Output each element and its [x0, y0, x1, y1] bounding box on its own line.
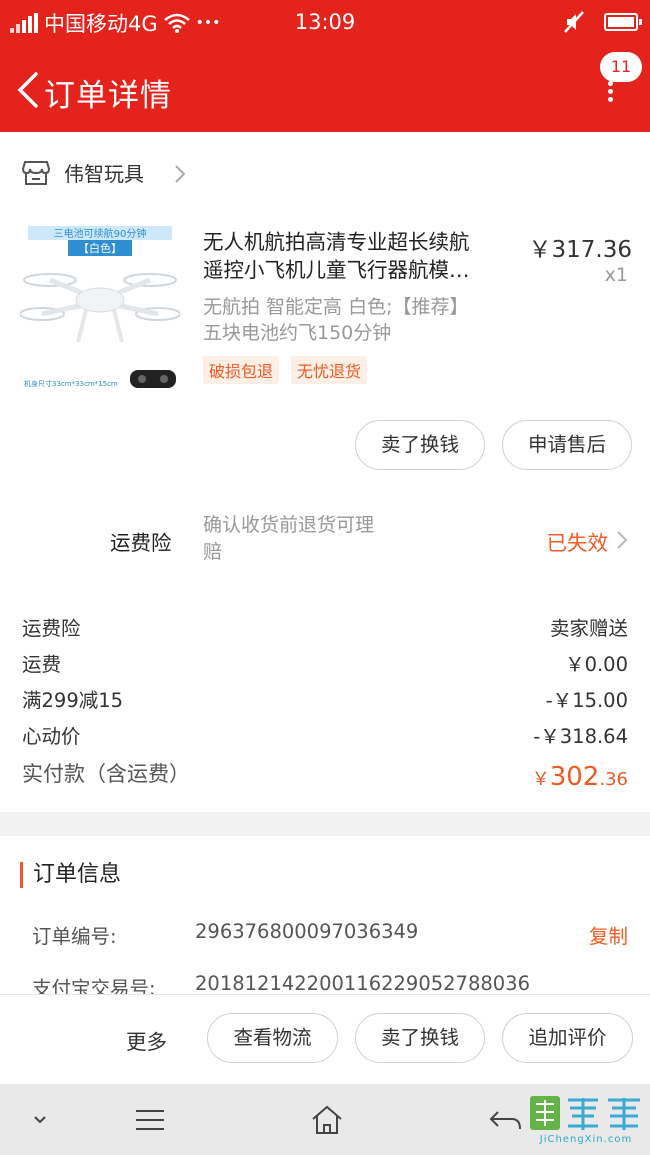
order-info-card: 订单信息 订单编号: 296376800097036349 复制 支付宝交易号:… [0, 836, 650, 994]
total-row: 实付款（含运费） ￥302.36 [22, 758, 628, 792]
view-logistics-button[interactable]: 查看物流 [207, 1013, 338, 1063]
watermark-logo: JiChengXin.com [528, 1090, 644, 1150]
alipay-trade-value: 2018121422001162290527880​36 [195, 972, 530, 994]
copy-order-number-button[interactable]: 复制 [589, 920, 628, 949]
status-bar: 中国移动4G ••• 13:09 [0, 0, 650, 48]
total-currency: ￥ [531, 769, 550, 790]
fee-row: 运费险 卖家赠送 [22, 612, 628, 642]
fee-value: -￥318.64 [533, 725, 628, 748]
total-label: 实付款（含运费） [22, 762, 190, 786]
clock: 13:09 [294, 10, 356, 34]
order-card: 伟智玩具 三电池可续航90分钟 【白色】 机身尺寸33cm*33cm*15cm … [0, 132, 650, 812]
more-options-icon[interactable] [600, 78, 620, 108]
total-integer: 302 [549, 762, 600, 792]
menu-icon[interactable] [130, 1102, 170, 1138]
image-caption-color: 【白色】 [78, 241, 122, 255]
fee-label: 满299减15 [22, 689, 124, 712]
bottom-action-bar: 更多 查看物流 卖了换钱 追加评价 [0, 994, 650, 1084]
system-nav-bar: JiChengXin.com [0, 1084, 650, 1155]
product-title-line1: 无人机航拍高清专业超长续航 [203, 230, 470, 254]
fee-value: 卖家赠送 [549, 617, 628, 640]
fee-row: 心动价 -￥318.64 [22, 720, 628, 750]
back-arrow-icon[interactable] [14, 70, 44, 110]
fee-label: 心动价 [22, 725, 81, 748]
fee-label: 运费险 [22, 617, 81, 640]
insurance-desc-line1: 确认收货前退货可理 [203, 514, 375, 536]
page-title: 订单详情 [44, 78, 172, 114]
insurance-status[interactable]: 已失效 [547, 526, 609, 556]
chevron-down-icon[interactable] [20, 1102, 60, 1138]
shop-name: 伟智玩具 [64, 162, 144, 186]
after-sale-button[interactable]: 申请售后 [502, 420, 632, 470]
add-review-button[interactable]: 追加评价 [502, 1013, 633, 1063]
product-spec-line2: 五块电池约飞150分钟 [203, 322, 392, 344]
mute-icon [564, 11, 584, 33]
home-icon[interactable] [307, 1102, 347, 1138]
app-header: 订单详情 11 [0, 48, 650, 132]
service-tags: 破损包退 无忧退货 [203, 356, 368, 384]
sell-for-cash-button[interactable]: 卖了换钱 [355, 1013, 485, 1063]
total-decimal: .36 [599, 769, 628, 790]
shipping-insurance-label: 运费险 [110, 531, 172, 555]
product-title-line2: 遥控小飞机儿童飞行器航模… [203, 258, 470, 282]
fee-row: 运费 ￥0.00 [22, 648, 628, 678]
store-icon [22, 160, 50, 185]
shop-link[interactable]: 伟智玩具 [22, 158, 144, 187]
more-actions-link[interactable]: 更多 [126, 1025, 167, 1055]
battery-icon [604, 13, 642, 31]
product-image[interactable]: 三电池可续航90分钟 【白色】 机身尺寸33cm*33cm*15cm [20, 222, 180, 388]
service-tag: 破损包退 [203, 356, 280, 384]
insurance-desc-line2: 赔 [203, 541, 223, 563]
product-price: ￥317.36 [528, 237, 632, 263]
back-icon[interactable] [486, 1102, 526, 1138]
fee-value: ￥0.00 [565, 653, 628, 676]
product-quantity: x1 [604, 264, 628, 286]
service-tag: 无忧退货 [291, 356, 368, 384]
sell-for-cash-button[interactable]: 卖了换钱 [355, 420, 485, 470]
order-info-title: 订单信息 [20, 862, 121, 888]
alipay-trade-label: 支付宝交易号: [32, 977, 156, 994]
shipping-insurance-desc: 确认收货前退货可理 赔 [203, 512, 433, 566]
image-caption-size: 机身尺寸33cm*33cm*15cm [24, 379, 118, 388]
order-number-value: 296376800097036349 [195, 920, 419, 943]
product-spec-line1: 无航拍 智能定高 白色;【推荐】 [203, 296, 469, 318]
order-number-label: 订单编号: [32, 925, 117, 948]
fee-value: -￥15.00 [545, 689, 628, 712]
fee-label: 运费 [22, 653, 62, 676]
watermark-text: JiChengXin.com [539, 1134, 633, 1145]
chevron-right-icon [175, 165, 186, 183]
fee-row: 满299减15 -￥15.00 [22, 684, 628, 714]
product-spec: 无航拍 智能定高 白色;【推荐】 五块电池约飞150分钟 [203, 294, 523, 346]
product-title[interactable]: 无人机航拍高清专业超长续航 遥控小飞机儿童飞行器航模… [203, 228, 513, 284]
chevron-right-icon[interactable] [616, 530, 628, 550]
image-caption-battery: 三电池可续航90分钟 [54, 227, 147, 240]
total-amount: ￥302.36 [532, 762, 628, 792]
